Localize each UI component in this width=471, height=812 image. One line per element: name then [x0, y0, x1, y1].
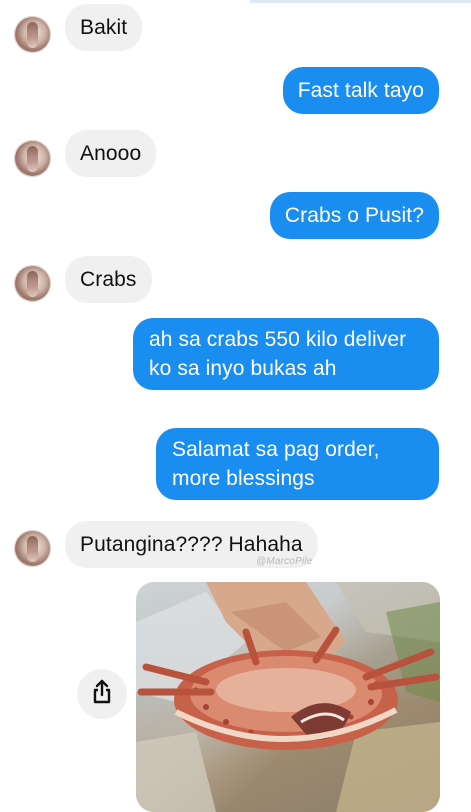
sent-message[interactable]: ah sa crabs 550 kilo deliver ko sa inyo … — [133, 318, 439, 390]
sent-message[interactable]: Crabs o Pusit? — [269, 192, 439, 239]
contact-avatar[interactable] — [14, 265, 51, 302]
contact-avatar[interactable] — [14, 530, 51, 567]
message-text: Salamat sa pag order, more blessings — [172, 438, 380, 490]
message-text: ah sa crabs 550 kilo deliver ko sa inyo … — [149, 328, 407, 380]
message-text: Crabs o Pusit? — [284, 204, 424, 227]
sent-message[interactable]: Salamat sa pag order, more blessings — [156, 428, 439, 500]
top-divider — [250, 0, 471, 3]
received-message[interactable]: Bakit — [65, 4, 143, 51]
share-icon — [90, 679, 114, 710]
message-text: Putangina???? Hahaha — [80, 533, 303, 556]
received-message[interactable]: Anooo — [65, 130, 157, 177]
message-text: Bakit — [80, 16, 128, 39]
photo-message[interactable] — [136, 582, 440, 812]
message-text: Fast talk tayo — [297, 79, 424, 102]
message-text: Crabs — [80, 268, 137, 291]
message-text: Anooo — [80, 142, 142, 165]
watermark-text: @MarcoPile — [256, 556, 313, 567]
received-message[interactable]: Crabs — [65, 256, 152, 303]
contact-avatar[interactable] — [14, 140, 51, 177]
share-button[interactable] — [77, 669, 127, 719]
contact-avatar[interactable] — [14, 16, 51, 53]
sent-message[interactable]: Fast talk tayo — [282, 67, 439, 114]
crab-photo-image — [136, 582, 440, 812]
